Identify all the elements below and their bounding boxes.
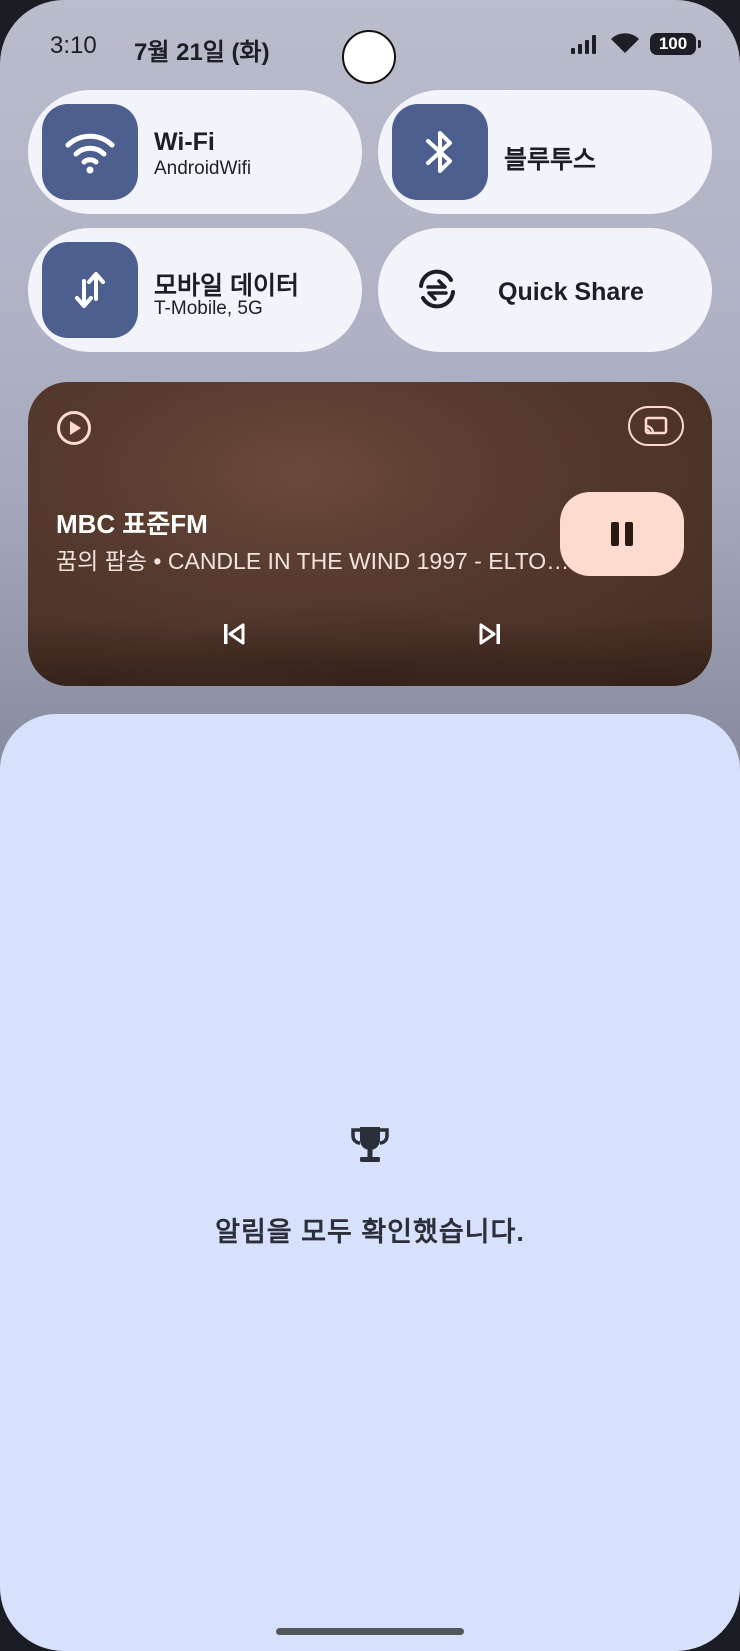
tile-wifi-title: Wi-Fi xyxy=(154,128,215,156)
pause-button[interactable] xyxy=(560,492,684,576)
skip-next-icon xyxy=(479,623,500,645)
next-button[interactable] xyxy=(470,614,510,654)
cellular-signal-icon xyxy=(571,35,596,54)
media-subtitle: 꿈의 팝송 • CANDLE IN THE WIND 1997 - ELTON … xyxy=(56,548,576,574)
cast-button[interactable] xyxy=(628,406,684,446)
media-title: MBC 표준FM xyxy=(56,509,208,539)
tile-quick-share[interactable]: Quick Share xyxy=(378,228,712,352)
tile-mobile-data-subtitle: T-Mobile, 5G xyxy=(154,298,263,319)
wifi-icon xyxy=(42,104,138,200)
tile-mobile-data[interactable]: 모바일 데이터 T-Mobile, 5G xyxy=(28,228,362,352)
home-indicator[interactable] xyxy=(276,1628,464,1635)
quick-share-icon xyxy=(414,266,460,317)
status-icons: 100 xyxy=(570,32,701,56)
status-bar: 3:10 7월 21일 (화) 100 xyxy=(0,0,740,90)
previous-button[interactable] xyxy=(214,614,254,654)
media-artwork xyxy=(28,566,712,686)
screen: 3:10 7월 21일 (화) 100 Wi-Fi AndroidWifi 블루… xyxy=(0,0,740,1651)
status-time: 3:10 xyxy=(50,32,97,59)
camera-cutout xyxy=(342,30,396,84)
tile-bluetooth-title: 블루투스 xyxy=(504,146,597,174)
battery-icon: 100 xyxy=(650,33,701,55)
wifi-status-icon xyxy=(611,33,639,53)
tile-wifi[interactable]: Wi-Fi AndroidWifi xyxy=(28,90,362,214)
status-date[interactable]: 7월 21일 (화) xyxy=(134,32,270,67)
battery-level: 100 xyxy=(658,34,688,53)
tile-wifi-subtitle: AndroidWifi xyxy=(154,158,252,179)
media-player[interactable]: MBC 표준FM 꿈의 팝송 • CANDLE IN THE WIND 1997… xyxy=(28,382,712,686)
tile-quick-share-title: Quick Share xyxy=(498,278,644,306)
mobile-data-icon xyxy=(42,242,138,338)
tile-mobile-data-title: 모바일 데이터 xyxy=(154,272,299,300)
notification-panel: 알림을 모두 확인했습니다. xyxy=(0,714,740,1651)
skip-previous-icon xyxy=(224,623,245,645)
empty-notifications-message: 알림을 모두 확인했습니다. xyxy=(215,1217,525,1247)
pause-icon xyxy=(611,522,633,546)
tile-bluetooth[interactable]: 블루투스 xyxy=(378,90,712,214)
cast-icon xyxy=(644,416,668,435)
trophy-icon xyxy=(348,1124,392,1173)
bluetooth-icon xyxy=(392,104,488,200)
media-app-icon[interactable] xyxy=(56,410,92,446)
